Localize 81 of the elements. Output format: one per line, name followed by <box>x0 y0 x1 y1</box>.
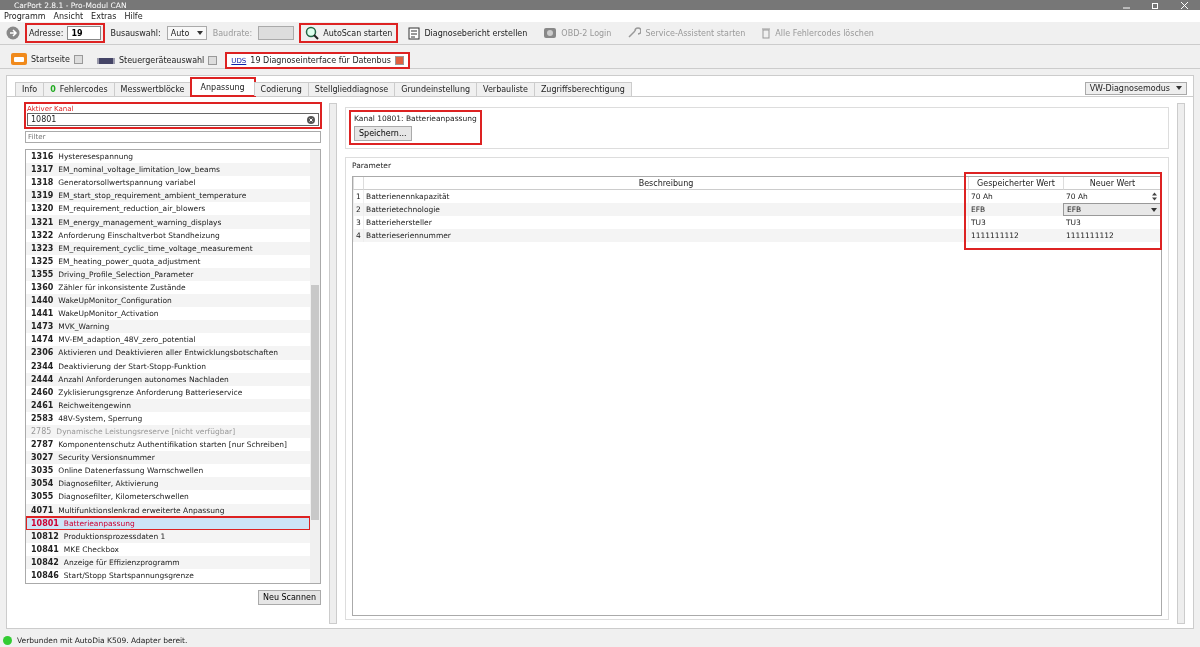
toolbar-button[interactable]: Diagnosebericht erstellen <box>403 24 533 42</box>
bus-label: Busauswahl: <box>110 28 161 38</box>
caret-icon[interactable] <box>1151 207 1157 212</box>
channel-number: 3055 <box>31 492 54 502</box>
channel-number: 1322 <box>31 230 54 240</box>
channel-number: 4071 <box>31 505 54 515</box>
channel-number: 1360 <box>31 283 54 292</box>
close-icon[interactable] <box>73 54 83 64</box>
menu-item[interactable]: Hilfe <box>124 11 143 21</box>
toolbar-button[interactable]: AutoScan starten <box>300 24 398 42</box>
collapse-handle[interactable] <box>329 103 337 624</box>
channel-number: 2583 <box>31 413 54 423</box>
spinner-icon[interactable] <box>1151 192 1158 201</box>
channel-number: 10841 <box>31 544 59 554</box>
channel-number: 2461 <box>31 400 54 410</box>
channel-number: 1473 <box>31 322 54 332</box>
tab-label: Startseite <box>31 54 70 64</box>
tab[interactable]: 0 Fehlercodes <box>43 82 115 96</box>
clear-icon[interactable] <box>307 115 315 124</box>
tab[interactable]: Verbauliste <box>476 82 535 96</box>
baud-label: Baudrate: <box>212 28 253 38</box>
rescan-button[interactable]: Neu Scannen <box>257 590 321 605</box>
channel-number: 2306 <box>31 348 54 358</box>
menu-item[interactable]: Extras <box>91 11 117 21</box>
channel-number: 10846 <box>31 571 59 581</box>
close-icon[interactable] <box>394 56 404 65</box>
close-icon[interactable] <box>208 56 218 65</box>
module-icon <box>96 56 115 65</box>
tab[interactable]: Info <box>15 82 45 96</box>
tab[interactable]: Zugriffsberechtigung <box>533 82 632 96</box>
tab[interactable]: Anpassung <box>190 78 255 96</box>
channel-number: 1317 <box>31 165 54 175</box>
save-button[interactable]: Speichern... <box>354 126 412 141</box>
scrollbar-thumb[interactable] <box>311 285 319 520</box>
channel-number: 10842 <box>31 557 59 567</box>
back-icon[interactable] <box>6 26 20 40</box>
tab-label: Steuergeräteauswahl <box>118 56 205 65</box>
menu-item[interactable]: Ansicht <box>53 11 84 21</box>
tab[interactable]: Stellglieddiagnose <box>307 82 396 96</box>
channel-number: 1323 <box>31 243 54 253</box>
magnifier-icon <box>305 26 320 40</box>
collapse-handle[interactable] <box>1177 103 1185 624</box>
caret-icon[interactable] <box>196 31 203 35</box>
tab[interactable]: Codierung <box>253 82 309 96</box>
scrollbar[interactable] <box>310 150 320 583</box>
channel-field[interactable]: 10801 <box>27 113 319 126</box>
channel-number: 1325 <box>31 256 54 266</box>
channel-number: 2787 <box>31 440 54 450</box>
channel-number: 1474 <box>31 335 54 345</box>
channel-number: 3054 <box>31 479 54 489</box>
menu-item[interactable]: Programm <box>4 11 46 21</box>
channel-number: 1355 <box>31 269 54 279</box>
channel-number: 1320 <box>31 204 54 214</box>
connector-icon <box>543 27 558 39</box>
channel-number: 1316 <box>31 152 54 162</box>
channel-number: 1321 <box>31 217 54 227</box>
channel-number: 2444 <box>31 374 54 384</box>
tab[interactable]: Grundeinstellung <box>394 82 478 96</box>
channel-number: 2344 <box>31 361 54 371</box>
trash-icon <box>761 27 772 39</box>
bus-select[interactable]: Auto <box>166 26 207 40</box>
restore-icon[interactable] <box>1152 1 1159 9</box>
mode-select[interactable]: VW-Diagnosemodus <box>1084 81 1187 95</box>
wrench-icon <box>627 27 642 39</box>
channel-number: 1440 <box>31 296 54 306</box>
channel-number: 3027 <box>31 453 54 463</box>
channel-number: 2785 <box>31 427 52 436</box>
address-field[interactable]: 19 <box>67 26 102 40</box>
caret-icon[interactable] <box>1176 86 1182 90</box>
document-icon <box>408 26 421 40</box>
tab[interactable]: Messwertblöcke <box>113 82 192 96</box>
channel-number: 2460 <box>31 387 54 397</box>
channel-number: 3035 <box>31 466 54 476</box>
channel-number: 10801 <box>31 518 59 528</box>
channel-number: 1441 <box>31 309 54 319</box>
channel-number: 1318 <box>31 178 54 188</box>
channel-number: 10812 <box>31 531 59 541</box>
tab-label: 19 Diagnoseinterface für Datenbus <box>250 56 391 65</box>
channel-number: 1319 <box>31 191 54 201</box>
address-label: Adresse: <box>29 28 64 38</box>
car-icon <box>11 53 27 65</box>
